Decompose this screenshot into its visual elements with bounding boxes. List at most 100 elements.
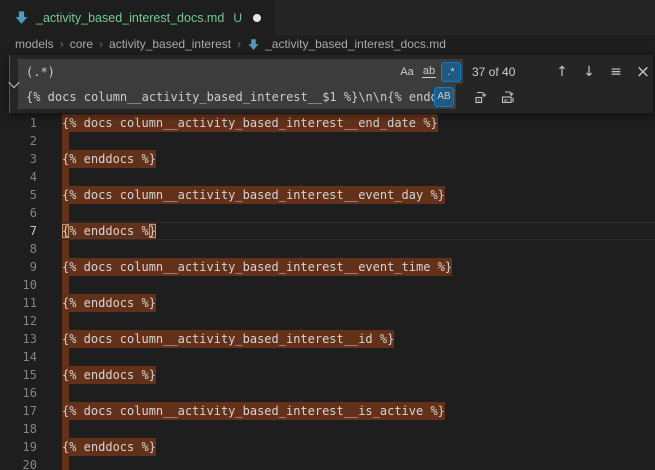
line-text [62, 384, 69, 402]
line-number: 13 [0, 330, 37, 348]
line-number: 1 [0, 114, 37, 132]
line-text: {% enddocs %} [62, 366, 156, 384]
find-input[interactable]: (.*) Aa ab .* [18, 59, 463, 84]
editor-tab[interactable]: _activity_based_interest_docs.md U [0, 0, 276, 35]
editor-line[interactable]: 15 {% enddocs %} [0, 366, 655, 384]
whole-word-label: ab [422, 65, 436, 78]
editor-line[interactable]: 2 [0, 132, 655, 150]
next-match-button[interactable]: ↓ [578, 61, 600, 83]
editor-line[interactable]: 18 [0, 420, 655, 438]
find-match-highlight-empty [62, 384, 69, 402]
find-match-highlight-empty [62, 420, 69, 438]
editor-line[interactable]: 5 {% docs column__activity_based_interest… [0, 186, 655, 204]
line-number: 12 [0, 312, 37, 330]
find-match-highlight: {% enddocs %} [62, 438, 156, 456]
editor-line[interactable]: 20 [0, 456, 655, 470]
editor-line[interactable]: 16 [0, 384, 655, 402]
editor-line[interactable]: 8 [0, 240, 655, 258]
match-case-label: Aa [400, 66, 413, 78]
find-row: (.*) Aa ab .* 37 of 40 ↑ ↓ ≡ × [18, 59, 654, 84]
editor-line[interactable]: 4 [0, 168, 655, 186]
find-match-highlight-empty [62, 456, 69, 470]
find-match-highlight: {% docs column__activity_based_interest_… [62, 258, 452, 276]
editor-lines: 1 {% docs column__activity_based_interest… [0, 114, 655, 470]
find-match-highlight-empty [62, 276, 69, 294]
line-text: {% enddocs %} [62, 438, 156, 456]
editor-line[interactable]: 1 {% docs column__activity_based_interest… [0, 114, 655, 132]
breadcrumb-item-file[interactable]: _activity_based_interest_docs.md [265, 37, 446, 51]
find-match-highlight: {% enddocs %} [62, 222, 156, 240]
previous-match-button[interactable]: ↑ [551, 61, 573, 83]
line-text [62, 276, 69, 294]
line-number: 14 [0, 348, 37, 366]
tab-title: _activity_based_interest_docs.md [36, 11, 224, 25]
line-number: 20 [0, 456, 37, 470]
editor-line[interactable]: 10 [0, 276, 655, 294]
replace-input[interactable]: {% docs column__activity_based_interest_… [18, 84, 456, 109]
find-match-highlight: {% docs column__activity_based_interest_… [62, 114, 438, 132]
svg-text:ac: ac [504, 97, 510, 102]
breadcrumb-item-core[interactable]: core [70, 37, 93, 51]
find-match-highlight: {% enddocs %} [62, 150, 156, 168]
match-case-button[interactable]: Aa [397, 62, 417, 82]
line-text [62, 312, 69, 330]
line-text: {% docs column__activity_based_interest_… [62, 402, 445, 420]
find-match-highlight-empty [62, 240, 69, 258]
editor-line[interactable]: 14 [0, 348, 655, 366]
line-text [62, 456, 69, 470]
line-text [62, 132, 69, 150]
line-text: {% docs column__activity_based_interest_… [62, 258, 452, 276]
replace-row: {% docs column__activity_based_interest_… [18, 84, 654, 109]
breadcrumb-separator-icon: › [237, 37, 241, 51]
replace-button[interactable]: c [470, 86, 492, 108]
whole-word-button[interactable]: ab [419, 62, 439, 82]
find-input-value[interactable]: (.*) [18, 65, 397, 79]
editor-content[interactable]: 1 {% docs column__activity_based_interest… [0, 114, 655, 470]
line-number: 18 [0, 420, 37, 438]
modified-dot-icon[interactable] [253, 14, 261, 22]
replace-input-value[interactable]: {% docs column__activity_based_interest_… [18, 90, 434, 104]
line-number: 15 [0, 366, 37, 384]
line-number: 11 [0, 294, 37, 312]
line-text [62, 420, 69, 438]
line-text [62, 240, 69, 258]
editor-line[interactable]: 11 {% enddocs %} [0, 294, 655, 312]
replace-icon: c [473, 89, 489, 105]
line-text: {% docs column__activity_based_interest_… [62, 330, 394, 348]
editor-line[interactable]: 17 {% docs column__activity_based_interes… [0, 402, 655, 420]
replace-all-button[interactable]: ac [497, 86, 519, 108]
editor-line[interactable]: 12 [0, 312, 655, 330]
find-match-highlight-empty [62, 312, 69, 330]
line-number: 17 [0, 402, 37, 420]
editor-line[interactable]: 6 [0, 204, 655, 222]
line-text: {% enddocs %} [62, 294, 156, 312]
regex-button[interactable]: .* [441, 62, 461, 82]
line-number: 6 [0, 204, 37, 222]
line-text [62, 348, 69, 366]
find-match-highlight: {% docs column__activity_based_interest_… [62, 186, 445, 204]
preserve-case-button[interactable]: AB [434, 87, 454, 107]
line-number: 10 [0, 276, 37, 294]
breadcrumb-item-activity-based-interest[interactable]: activity_based_interest [109, 37, 231, 51]
line-text: {% docs column__activity_based_interest_… [62, 114, 438, 132]
find-in-selection-button[interactable]: ≡ [605, 61, 627, 83]
editor-line[interactable]: 3{% enddocs %} [0, 150, 655, 168]
editor-line[interactable]: 19 {% enddocs %} [0, 438, 655, 456]
find-match-highlight: {% docs column__activity_based_interest_… [62, 402, 445, 420]
results-count: 37 of 40 [472, 65, 532, 79]
line-number: 2 [0, 132, 37, 150]
editor-line[interactable]: 9{% docs column__activity_based_interest… [0, 258, 655, 276]
breadcrumb-item-models[interactable]: models [15, 37, 54, 51]
find-match-highlight: {% docs column__activity_based_interest_… [62, 330, 394, 348]
markdown-file-icon [14, 10, 29, 25]
find-match-highlight: {% enddocs %} [62, 366, 156, 384]
line-number: 5 [0, 186, 37, 204]
close-find-widget-button[interactable]: × [632, 61, 654, 83]
line-number: 19 [0, 438, 37, 456]
git-status-badge: U [233, 11, 242, 25]
editor-line[interactable]: 7 {% enddocs %} [0, 222, 655, 240]
line-text [62, 204, 69, 222]
line-number: 8 [0, 240, 37, 258]
line-number: 7 [0, 222, 37, 240]
editor-line[interactable]: 13 {% docs column__activity_based_interes… [0, 330, 655, 348]
